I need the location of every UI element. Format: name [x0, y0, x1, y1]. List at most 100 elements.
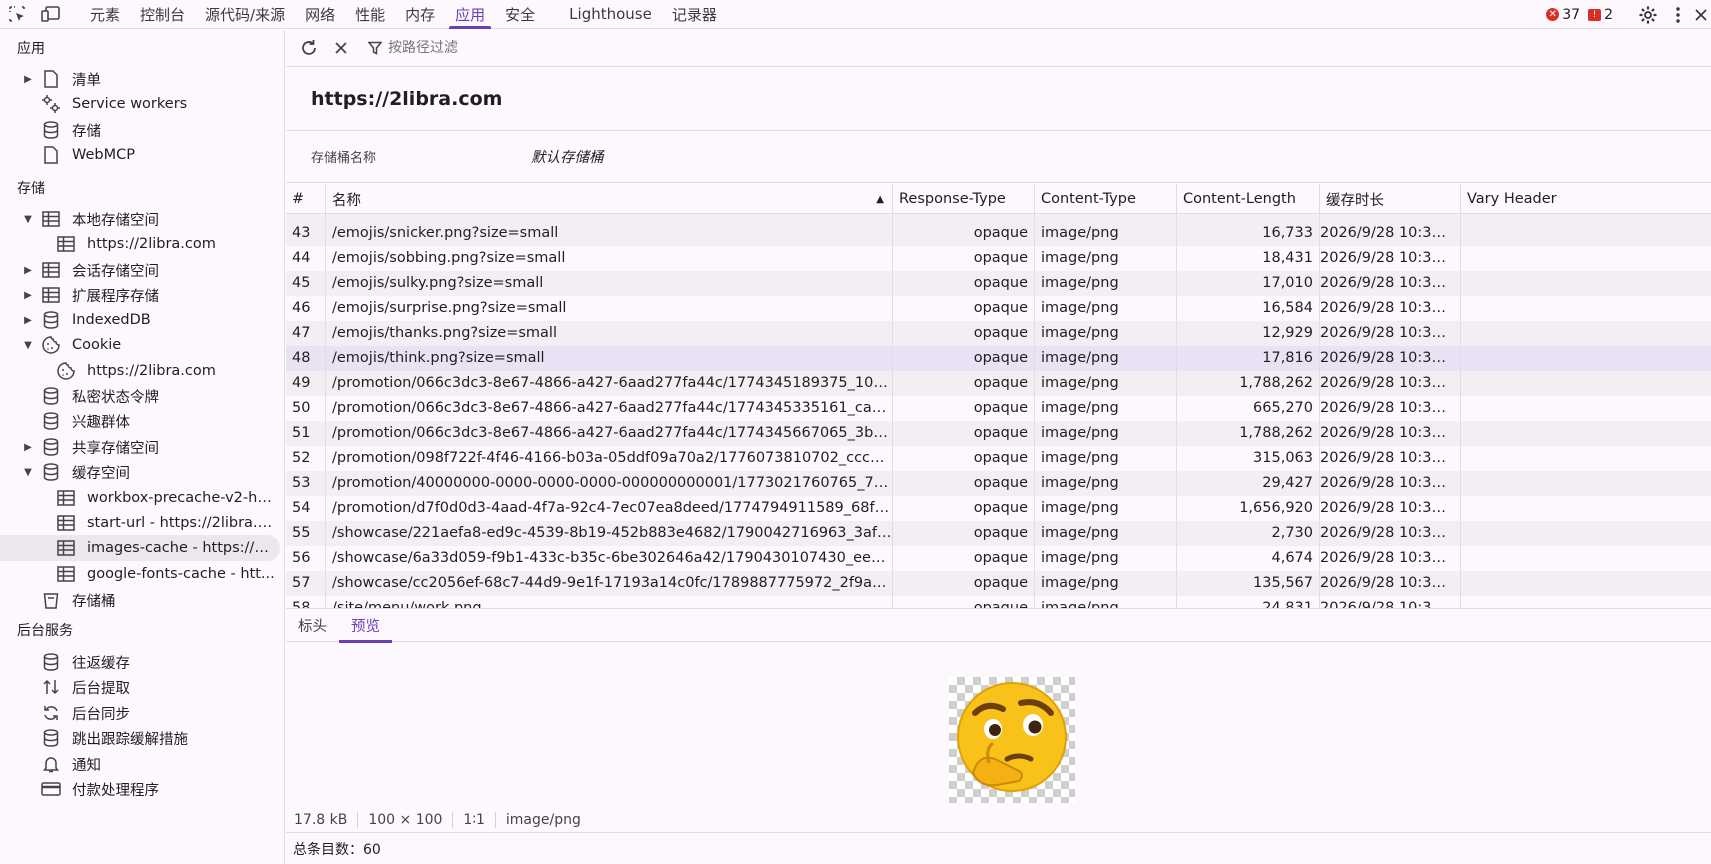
sidebar-item-session-storage[interactable]: ▶ 会话存储空间 — [0, 257, 280, 283]
tab-preview[interactable]: 预览 — [339, 609, 392, 643]
column-header-content-length[interactable]: Content-Length — [1177, 184, 1320, 214]
chevron-down-icon[interactable]: ▼ — [23, 340, 33, 351]
sidebar-item-extension-storage[interactable]: ▶ 扩展程序存储 — [0, 282, 280, 308]
device-toolbar-icon[interactable] — [34, 0, 68, 29]
column-header-name[interactable]: 名称 ▲ — [326, 184, 893, 214]
table-row[interactable]: 45/emojis/sulky.png?size=small opaque imag… — [286, 271, 1711, 296]
cookie-icon — [41, 335, 61, 355]
sidebar-item-cache-google-fonts[interactable]: google-fonts-cache - htt... — [0, 561, 280, 587]
column-header-response-type[interactable]: Response-Type — [893, 184, 1035, 214]
sidebar-item-background-fetch[interactable]: 后台提取 — [0, 674, 280, 700]
table-row[interactable]: 49/promotion/066c3dc3-8e67-4866-a427-6aa… — [286, 371, 1711, 396]
cell-content-length: 1,788,262 — [1177, 371, 1320, 396]
chevron-right-icon[interactable]: ▶ — [23, 315, 33, 326]
table-row[interactable]: 52/promotion/098f722f-4f46-4166-b03a-05d… — [286, 446, 1711, 471]
close-icon[interactable] — [1691, 0, 1711, 29]
gear-icon[interactable] — [1631, 0, 1665, 29]
sidebar-item-cookies-origin[interactable]: https://2libra.com — [0, 358, 280, 384]
cell-content-length: 135,567 — [1177, 571, 1320, 596]
table-row[interactable]: 47/emojis/thanks.png?size=small opaque ima… — [286, 321, 1711, 346]
chevron-down-icon[interactable]: ▼ — [23, 467, 33, 478]
sidebar-item-indexeddb[interactable]: ▶ IndexedDB — [0, 307, 280, 333]
cell-content-length: 1,788,262 — [1177, 421, 1320, 446]
sidebar-item-payment-handler[interactable]: 付款处理程序 — [0, 776, 280, 802]
table-row[interactable]: 43/emojis/snicker.png?size=small opaque im… — [286, 221, 1711, 246]
sidebar-item-interest-groups[interactable]: 兴趣群体 — [0, 408, 280, 434]
table-row[interactable]: 53/promotion/40000000-0000-0000-0000-000… — [286, 471, 1711, 496]
table-row[interactable]: 44/emojis/sobbing.png?size=small opaque im… — [286, 246, 1711, 271]
sidebar-item-storage[interactable]: 存储 — [0, 117, 280, 143]
column-header-index[interactable]: # — [286, 184, 326, 214]
sidebar-item-cache-storage[interactable]: ▼ 缓存空间 — [0, 459, 280, 485]
cell-cache-time: 2026/9/28 10:35:35 — [1320, 371, 1461, 396]
cell-cache-time: 2026/9/28 10:37:41 — [1320, 546, 1461, 571]
cell-cache-time: 2026/9/28 10:37:41 — [1320, 521, 1461, 546]
database-icon — [41, 411, 61, 431]
table-row-selected[interactable]: 48/emojis/think.png?size=small opaque imag… — [286, 346, 1711, 371]
tab-headers[interactable]: 标头 — [286, 609, 339, 642]
column-header-content-type[interactable]: Content-Type — [1035, 184, 1177, 214]
cell-content-type: image/png — [1035, 246, 1177, 271]
sidebar-item-service-workers[interactable]: Service workers — [0, 91, 280, 117]
table-icon — [56, 513, 76, 533]
cell-content-type: image/png — [1035, 471, 1177, 496]
table-row[interactable]: 56/showcase/6a33d059-f9b1-433c-b35c-6be3… — [286, 546, 1711, 571]
sidebar-item-bounce-tracking[interactable]: 跳出跟踪缓解措施 — [0, 725, 280, 751]
sidebar-item-notifications[interactable]: 通知 — [0, 751, 280, 777]
refresh-icon[interactable] — [292, 30, 326, 66]
tab-application[interactable]: 应用 — [445, 0, 495, 29]
bucket-row: 存储桶名称 默认存储桶 — [286, 131, 1711, 183]
sidebar-item-bfcache[interactable]: 往返缓存 — [0, 649, 280, 675]
error-count-badge[interactable]: ✕ 37 — [1546, 7, 1580, 23]
tab-performance[interactable]: 性能 — [345, 0, 395, 29]
chevron-right-icon[interactable]: ▶ — [23, 290, 33, 301]
sidebar-item-cache-workbox[interactable]: workbox-precache-v2-htt... — [0, 485, 280, 511]
table-row[interactable]: 57/showcase/cc2056ef-68c7-44d9-9e1f-1719… — [286, 571, 1711, 596]
path-filter-input[interactable] — [388, 40, 688, 56]
tab-network[interactable]: 网络 — [295, 0, 345, 29]
sidebar-item-background-sync[interactable]: 后台同步 — [0, 700, 280, 726]
tab-lighthouse[interactable]: Lighthouse — [559, 0, 662, 29]
cell-response-type: opaque — [893, 496, 1035, 521]
tab-memory[interactable]: 内存 — [395, 0, 445, 29]
more-vert-icon[interactable] — [1665, 0, 1691, 29]
chevron-right-icon[interactable]: ▶ — [23, 74, 33, 85]
sidebar-item-cache-images[interactable]: images-cache - https://2li... — [0, 535, 280, 561]
sidebar-item-cache-start-url[interactable]: start-url - https://2libra.c... — [0, 510, 280, 536]
tab-elements[interactable]: 元素 — [80, 0, 130, 29]
table-row[interactable]: 58/site/menu/work.png opaque image/png 24,8… — [286, 596, 1711, 608]
origin-title: https://2libra.com — [286, 67, 1711, 131]
preview-mime: image/png — [505, 812, 581, 828]
tab-recorder[interactable]: 记录器 — [662, 0, 727, 29]
tab-sources[interactable]: 源代码/来源 — [195, 0, 295, 29]
sidebar-item-webmcp[interactable]: WebMCP — [0, 142, 280, 168]
sidebar-item-local-storage-origin[interactable]: https://2libra.com — [0, 231, 280, 257]
cell-response-type: opaque — [893, 546, 1035, 571]
warning-count-badge[interactable]: ! 2 — [1588, 7, 1613, 23]
database-icon — [41, 310, 61, 330]
table-row[interactable]: 51/promotion/066c3dc3-8e67-4866-a427-6aa… — [286, 421, 1711, 446]
column-header-vary-header[interactable]: Vary Header — [1461, 184, 1711, 214]
chevron-right-icon[interactable]: ▶ — [23, 442, 33, 453]
sidebar-item-local-storage[interactable]: ▼ 本地存储空间 — [0, 206, 280, 232]
sidebar-item-manifest[interactable]: ▶ 清单 — [0, 66, 280, 92]
cell-content-type: image/png — [1035, 271, 1177, 296]
cell-response-type: opaque — [893, 521, 1035, 546]
sidebar-item-shared-storage[interactable]: ▶ 共享存储空间 — [0, 434, 280, 460]
sidebar-item-storage-buckets[interactable]: 存储桶 — [0, 587, 280, 613]
table-row[interactable]: 46/emojis/surprise.png?size=small opaque i… — [286, 296, 1711, 321]
clear-icon[interactable] — [326, 30, 356, 66]
cell-content-type: image/png — [1035, 496, 1177, 521]
column-header-cache-time[interactable]: 缓存时长 — [1320, 184, 1461, 214]
tab-console[interactable]: 控制台 — [130, 0, 195, 29]
table-row[interactable]: 54/promotion/d7f0d0d3-4aad-4f7a-92c4-7ec… — [286, 496, 1711, 521]
sidebar-item-cookies[interactable]: ▼ Cookie — [0, 332, 280, 358]
table-row[interactable]: 55/showcase/221aefa8-ed9c-4539-8b19-452b… — [286, 521, 1711, 546]
filter-icon — [368, 41, 382, 55]
tab-security[interactable]: 安全 — [495, 0, 545, 29]
table-row[interactable]: 50/promotion/066c3dc3-8e67-4866-a427-6aa… — [286, 396, 1711, 421]
inspect-element-icon[interactable] — [0, 0, 34, 29]
sidebar-item-private-state-tokens[interactable]: 私密状态令牌 — [0, 383, 280, 409]
chevron-down-icon[interactable]: ▼ — [23, 214, 33, 225]
chevron-right-icon[interactable]: ▶ — [23, 265, 33, 276]
